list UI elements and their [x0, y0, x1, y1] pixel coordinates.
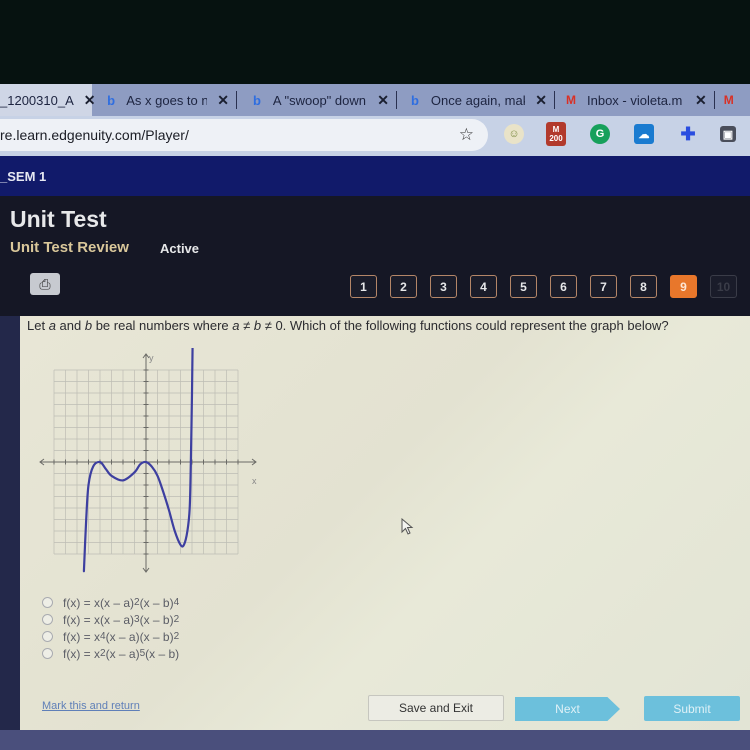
- question-button-6[interactable]: 6: [550, 275, 577, 298]
- question-button-2[interactable]: 2: [390, 275, 417, 298]
- question-button-1[interactable]: 1: [350, 275, 377, 298]
- puzzle-extension-icon[interactable]: ✚: [678, 124, 698, 144]
- answer-choices: f(x) = x(x – a) 2 (x – b) 4 f(x) = x(x – a)…: [42, 594, 179, 662]
- question-button-7[interactable]: 7: [590, 275, 617, 298]
- status-label: Active: [160, 241, 200, 256]
- question-button-5[interactable]: 5: [510, 275, 537, 298]
- choice-text: f(x) = x(x – a): [63, 595, 135, 610]
- course-label: _SEM 1: [0, 168, 47, 184]
- question-text: Let a and b be real numbers where a ≠ b …: [27, 318, 669, 333]
- mark-and-return-link[interactable]: Mark this and return: [42, 700, 140, 712]
- tab-title: _1200310_A: [0, 92, 74, 108]
- variable-a: a: [48, 318, 56, 333]
- choice-text: (x – b): [145, 646, 180, 661]
- answer-choice-4[interactable]: f(x) = x 2 (x – a) 5 (x – b): [42, 645, 179, 662]
- course-bar: _SEM 1: [0, 156, 750, 196]
- browser-tab[interactable]: b Once again, mak ✕: [397, 84, 555, 116]
- cloud-icon[interactable]: ☁: [634, 124, 654, 144]
- choice-text: f(x) = x(x – a): [63, 612, 135, 627]
- exponent: 2: [173, 631, 180, 642]
- choice-text: (x – b): [139, 595, 174, 610]
- choice-text: f(x) = x: [63, 646, 101, 661]
- exponent: 2: [173, 614, 180, 625]
- activity-subtitle: Unit Test Review: [10, 239, 129, 256]
- tab-title: As x goes to neg: [126, 92, 208, 108]
- variable-b: b: [253, 318, 262, 333]
- question-button-3[interactable]: 3: [430, 275, 457, 298]
- choice-text: (x – b): [139, 612, 174, 627]
- printer-icon: ⎙: [39, 275, 51, 292]
- browser-tab[interactable]: _1200310_A ✕: [0, 84, 95, 116]
- activity-header: Unit Test Unit Test Review Active ⎙ 1 2 …: [0, 196, 750, 316]
- question-text-part: and: [55, 318, 85, 333]
- not-equal-sign: ≠: [239, 318, 254, 333]
- next-button[interactable]: Next: [515, 697, 620, 721]
- close-icon[interactable]: ✕: [217, 92, 229, 109]
- grammarly-icon[interactable]: G: [590, 124, 610, 144]
- exponent: 4: [173, 597, 180, 608]
- answer-choice-1[interactable]: f(x) = x(x – a) 2 (x – b) 4: [42, 594, 179, 611]
- screen-bottom: [0, 730, 750, 750]
- tab-title: A "swoop" down: [272, 92, 366, 108]
- not-equal-sign: ≠: [261, 318, 276, 333]
- y-axis-label: y: [149, 353, 154, 363]
- radio-button[interactable]: [42, 597, 53, 608]
- bing-icon: b: [252, 92, 261, 108]
- gmail-icon: M: [566, 93, 576, 107]
- mouse-cursor-icon: [401, 518, 414, 535]
- close-icon[interactable]: ✕: [695, 92, 707, 109]
- badge-count: 200: [549, 134, 563, 143]
- question-text-part: be real numbers where: [92, 318, 233, 333]
- submit-button[interactable]: Submit: [644, 696, 740, 721]
- choice-text: (x – a)(x – b): [105, 629, 174, 644]
- bookmark-star-icon[interactable]: ☆: [459, 125, 474, 145]
- print-button[interactable]: ⎙: [30, 273, 60, 295]
- url-input[interactable]: re.learn.edgenuity.com/Player/ ☆: [0, 119, 488, 151]
- question-panel: Let a and b be real numbers where a ≠ b …: [20, 316, 750, 730]
- radio-button[interactable]: [42, 648, 53, 659]
- bing-icon: b: [107, 92, 116, 108]
- url-text: re.learn.edgenuity.com/Player/: [0, 127, 189, 143]
- question-text-part: Let: [27, 318, 49, 333]
- question-navigator: 1 2 3 4 5 6 7 8 9 10: [350, 275, 737, 298]
- question-button-8[interactable]: 8: [630, 275, 657, 298]
- address-bar: re.learn.edgenuity.com/Player/ ☆ ☺ M 200 …: [0, 116, 750, 156]
- gmail-icon: M: [723, 93, 734, 107]
- close-icon[interactable]: ✕: [535, 92, 547, 109]
- question-button-9-current[interactable]: 9: [670, 275, 697, 298]
- variable-b: b: [84, 318, 93, 333]
- function-graph: x y: [39, 348, 257, 573]
- choice-text: (x – a): [105, 646, 140, 661]
- browser-tab[interactable]: b A "swoop" down ✕: [237, 84, 397, 116]
- tab-title: Once again, mak: [430, 92, 526, 108]
- radio-button[interactable]: [42, 614, 53, 625]
- profile-icon[interactable]: ☺: [504, 124, 524, 144]
- x-axis-label: x: [252, 476, 257, 486]
- choice-text: f(x) = x: [63, 629, 101, 644]
- browser-tab[interactable]: b As x goes to neg ✕: [92, 84, 237, 116]
- left-rail: [0, 316, 20, 750]
- browser-tab[interactable]: M: [715, 84, 750, 116]
- radio-button[interactable]: [42, 631, 53, 642]
- variable-a: a: [232, 318, 240, 333]
- screen-bezel: [0, 0, 750, 84]
- answer-choice-2[interactable]: f(x) = x(x – a) 3 (x – b) 2: [42, 611, 179, 628]
- question-button-4[interactable]: 4: [470, 275, 497, 298]
- save-and-exit-button[interactable]: Save and Exit: [368, 695, 504, 721]
- gmail-200-badge-icon[interactable]: M 200: [546, 122, 566, 146]
- browser-tab[interactable]: M Inbox - violeta.m ✕: [555, 84, 715, 116]
- close-icon[interactable]: ✕: [377, 92, 389, 109]
- page-title: Unit Test: [10, 206, 107, 232]
- question-text-part: 0. Which of the following functions coul…: [275, 318, 669, 333]
- bing-icon: b: [410, 92, 419, 108]
- browser-tabstrip: _1200310_A ✕ b As x goes to neg ✕ b A "s…: [0, 84, 750, 116]
- question-button-10: 10: [710, 275, 737, 298]
- office-icon[interactable]: ▣: [720, 126, 736, 142]
- answer-choice-3[interactable]: f(x) = x 4 (x – a)(x – b) 2: [42, 628, 179, 645]
- tab-title: Inbox - violeta.m: [587, 92, 683, 108]
